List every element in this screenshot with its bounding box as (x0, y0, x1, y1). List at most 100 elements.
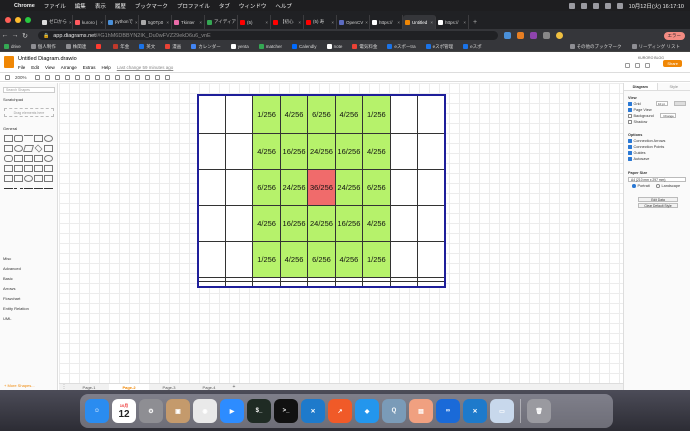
extension-icon[interactable] (517, 32, 524, 39)
menu-item[interactable]: 履歴 (115, 2, 126, 10)
autosave-option[interactable]: Autosave (628, 157, 649, 161)
shape-connector[interactable] (44, 188, 53, 192)
shadow-checkbox[interactable] (628, 120, 632, 124)
shape-document[interactable] (34, 155, 43, 162)
grid-cell[interactable]: 16/256 (334, 132, 364, 170)
shape-actor[interactable] (24, 175, 33, 182)
grid-cell[interactable]: 24/256 (334, 168, 364, 206)
update-error-button[interactable]: エラー (663, 31, 685, 40)
comment-icon[interactable] (625, 63, 630, 68)
grid-cell[interactable]: 6/256 (252, 168, 281, 206)
advanced-header[interactable]: Advanced (3, 266, 21, 271)
menu-view[interactable]: View (45, 65, 55, 70)
redo-icon[interactable] (64, 74, 70, 80)
paper-size-select[interactable]: A4 (210 mm x 297 mm) (628, 177, 686, 182)
grid-cell[interactable] (224, 204, 254, 243)
close-tab-icon[interactable]: × (69, 20, 72, 25)
grid-size-input[interactable]: 10 pt (656, 101, 668, 106)
lock-icon[interactable]: 🔒 (43, 33, 49, 39)
guides-option[interactable]: Guides (628, 151, 646, 155)
scratchpad-drop-area[interactable]: Drag elements here (4, 108, 54, 117)
quicktime-icon[interactable]: Q (382, 399, 406, 423)
connection-points-option[interactable]: Connection Points (628, 145, 664, 149)
connection-arrows-option[interactable]: Connection Arrows (628, 139, 665, 143)
menu-item[interactable]: ヘルプ (275, 2, 292, 10)
kernel-grid-table[interactable]: 1/256 4/256 6/256 4/256 1/256 4/256 16/256 24/2… (197, 94, 446, 288)
connection-icon[interactable] (134, 74, 140, 80)
bookmark-item[interactable]: eスポ (463, 44, 482, 50)
shape-step[interactable] (44, 165, 53, 172)
shape-parallelogram[interactable] (23, 145, 34, 152)
close-tab-icon[interactable]: × (365, 20, 368, 25)
menu-item[interactable]: ブックマーク (135, 2, 168, 10)
settings-icon[interactable] (645, 63, 650, 68)
edit-data-button[interactable]: Edit Data (638, 197, 678, 202)
grid-checkbox[interactable] (628, 102, 632, 106)
menu-item[interactable]: タブ (219, 2, 230, 10)
terminal-2-icon[interactable]: >_ (274, 399, 298, 423)
shape-rounded-rectangle[interactable] (14, 135, 23, 142)
background-option[interactable]: Background (628, 114, 654, 118)
preview-icon[interactable]: ▤ (409, 399, 433, 423)
menu-file[interactable]: File (18, 65, 25, 70)
scratchpad-header[interactable]: Scratchpad (3, 97, 23, 102)
grid-cell[interactable] (197, 241, 226, 279)
grid-cell[interactable] (417, 241, 446, 279)
browser-tab[interactable]: 【初心 × (271, 15, 304, 29)
grid-cell[interactable]: 4/256 (334, 241, 364, 279)
flowchart-header[interactable]: Flowchart (3, 296, 20, 301)
connection-points-checkbox[interactable] (628, 145, 632, 149)
diagram-canvas[interactable]: 1/256 4/256 6/256 4/256 1/256 4/256 16/256 24/2… (59, 83, 623, 383)
zoom-window-icon[interactable] (25, 17, 31, 23)
bookmark-item[interactable]: 株関連 (65, 44, 86, 50)
entity-relation-header[interactable]: Entity Relation (3, 306, 29, 311)
tab-diagram[interactable]: Diagram (624, 83, 658, 90)
delete-icon[interactable] (74, 74, 80, 80)
grid-cell[interactable] (307, 280, 336, 288)
reload-icon[interactable]: ↻ (20, 32, 30, 40)
menu-edit[interactable]: Edit (31, 65, 39, 70)
shape-or[interactable] (44, 155, 53, 162)
grid-cell[interactable] (224, 94, 254, 134)
system-prefs-icon[interactable]: ⚙ (139, 399, 163, 423)
shape-hexagon[interactable] (44, 145, 53, 152)
close-window-icon[interactable] (5, 17, 11, 23)
shape-note[interactable] (24, 165, 33, 172)
grid-cell[interactable] (389, 204, 419, 243)
browser-tab[interactable]: (5) 寿 × (304, 15, 337, 29)
grid-cell[interactable] (197, 94, 226, 134)
grid-cell[interactable]: 6/256 (307, 94, 336, 134)
landscape-radio[interactable] (656, 184, 660, 188)
vscode-2-icon[interactable]: ✕ (463, 399, 487, 423)
chrome-icon[interactable]: ◉ (193, 399, 217, 423)
shadow-icon[interactable] (124, 74, 130, 80)
grid-cell[interactable] (389, 241, 419, 279)
grid-cell[interactable] (224, 280, 254, 288)
browser-tab[interactable]: https:// × (370, 15, 403, 29)
grid-cell[interactable] (252, 280, 281, 288)
shape-circle[interactable] (14, 145, 23, 152)
share-button[interactable]: Share (663, 60, 682, 67)
grid-cell[interactable]: 24/256 (307, 132, 336, 170)
grid-cell[interactable] (417, 168, 446, 206)
browser-tab[interactable]: (5) × (238, 15, 271, 29)
grid-cell[interactable]: 1/256 (362, 94, 391, 134)
change-background-button[interactable]: Change (660, 113, 676, 118)
grid-cell[interactable] (197, 280, 226, 288)
grid-cell[interactable]: 4/256 (279, 241, 309, 279)
zoom-out-icon[interactable] (44, 74, 50, 80)
close-tab-icon[interactable]: × (298, 20, 301, 25)
uml-header[interactable]: UML (3, 316, 11, 321)
menu-item[interactable]: ウィンドウ (239, 2, 267, 10)
shape-triangle[interactable] (14, 155, 23, 162)
table-icon[interactable] (164, 74, 170, 80)
shape-list[interactable] (44, 175, 53, 182)
grid-cell[interactable] (224, 241, 254, 279)
to-front-icon[interactable] (84, 74, 90, 80)
landscape-option[interactable]: Landscape (656, 184, 680, 188)
grid-cell[interactable]: 6/256 (307, 241, 336, 279)
grid-cell[interactable]: 6/256 (362, 168, 391, 206)
shape-container[interactable] (34, 175, 43, 182)
bookmark-item[interactable]: note (326, 44, 342, 49)
grid-option[interactable]: Grid (628, 102, 641, 106)
